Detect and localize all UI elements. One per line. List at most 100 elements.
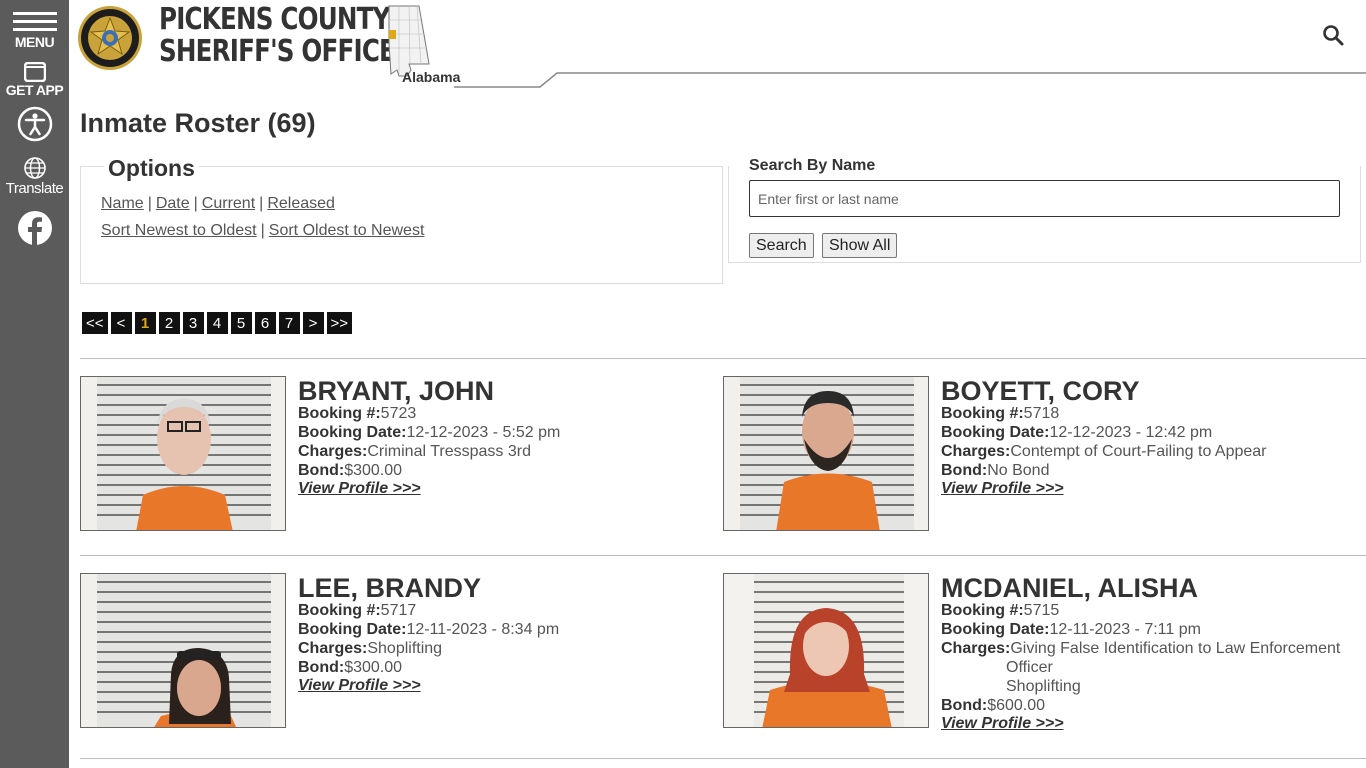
booking-date-label: Booking Date: (941, 621, 1050, 638)
page-4-button[interactable]: 4 (206, 312, 228, 334)
charges-label: Charges: (298, 640, 368, 657)
booking-date-value: 12-12-2023 - 5:52 pm (406, 424, 561, 441)
charge-value: Officer (1006, 659, 1053, 676)
row-divider (80, 555, 1366, 556)
booking-date-label: Booking Date: (298, 424, 407, 441)
booking-date: Booking Date:12-12-2023 - 12:42 pm (941, 423, 1212, 442)
booking-value: 5718 (1023, 405, 1060, 422)
view-profile-link[interactable]: View Profile >>> (298, 677, 421, 695)
bond-value: No Bond (987, 462, 1050, 479)
page-6-button[interactable]: 6 (254, 312, 276, 334)
booking-date: Booking Date:12-12-2023 - 5:52 pm (298, 423, 560, 442)
booking-date-label: Booking Date: (941, 424, 1050, 441)
page-title: Inmate Roster (69) (80, 108, 316, 138)
page-5-button[interactable]: 5 (230, 312, 252, 334)
inmate-name: LEE, BRANDY (298, 573, 482, 603)
next-page-button[interactable]: > (302, 312, 324, 334)
separator: | (260, 222, 265, 239)
page-2-button[interactable]: 2 (158, 312, 180, 334)
booking-value: 5723 (380, 405, 417, 422)
bond-label: Bond: (298, 462, 345, 479)
booking-date-value: 12-11-2023 - 8:34 pm (406, 621, 560, 638)
filter-current-link[interactable]: Current (202, 195, 255, 212)
options-legend: Options (104, 155, 199, 182)
booking-label: Booking #: (941, 405, 1024, 422)
facebook-icon (17, 211, 52, 246)
mugshot-photo[interactable] (723, 573, 929, 728)
inmate-card: BRYANT, JOHN Booking #:5723 Booking Date… (80, 376, 720, 546)
booking-value: 5717 (380, 602, 417, 619)
booking-number: Booking #:5717 (298, 601, 416, 620)
filter-links: Name | Date | Current | Released (101, 195, 335, 213)
filter-date-link[interactable]: Date (156, 195, 190, 212)
charge-value: Shoplifting (1006, 678, 1081, 695)
view-profile-link[interactable]: View Profile >>> (298, 480, 421, 498)
show-all-button[interactable]: Show All (822, 233, 898, 258)
booking-number: Booking #:5718 (941, 404, 1059, 423)
charge-value: Giving False Identification to Law Enfor… (1010, 640, 1341, 657)
prev-page-button[interactable]: < (110, 312, 132, 334)
page-3-button[interactable]: 3 (182, 312, 204, 334)
charges-label: Charges: (941, 443, 1011, 460)
search-button[interactable]: Search (749, 233, 814, 258)
mugshot-photo[interactable] (723, 376, 929, 531)
booking-date: Booking Date:12-11-2023 - 7:11 pm (941, 620, 1201, 639)
last-page-button[interactable]: >> (326, 312, 353, 334)
brand-title-line2: SHERIFF'S OFFICE (159, 34, 396, 69)
sort-oldest-link[interactable]: Sort Oldest to Newest (269, 222, 425, 239)
mugshot-photo[interactable] (80, 573, 286, 728)
booking-number: Booking #:5723 (298, 404, 416, 423)
accessibility-button[interactable] (0, 106, 69, 142)
bond-label: Bond: (941, 697, 988, 714)
charges: Charges:Contempt of Court-Failing to App… (941, 442, 1267, 461)
hamburger-icon (12, 12, 57, 31)
inmate-card: MCDANIEL, ALISHA Booking #:5715 Booking … (723, 573, 1363, 743)
booking-date-label: Booking Date: (298, 621, 407, 638)
bond: Bond:$300.00 (298, 461, 402, 480)
filter-released-link[interactable]: Released (267, 195, 335, 212)
bond-value: $300.00 (344, 462, 403, 479)
mugshot-photo[interactable] (80, 376, 286, 531)
booking-date-value: 12-11-2023 - 7:11 pm (1049, 621, 1201, 638)
charges: Charges:Criminal Tresspass 3rd (298, 442, 531, 461)
booking-label: Booking #: (298, 602, 381, 619)
first-page-button[interactable]: << (82, 312, 108, 334)
menu-button[interactable]: MENU (0, 8, 69, 50)
sort-newest-link[interactable]: Sort Newest to Oldest (101, 222, 257, 239)
charges-label: Charges: (941, 640, 1011, 657)
booking-label: Booking #: (298, 405, 381, 422)
row-divider (80, 758, 1366, 759)
brand-title-line1: PICKENS COUNTY (159, 2, 390, 37)
filter-name-link[interactable]: Name (101, 195, 144, 212)
separator: | (259, 195, 264, 212)
page-7-button[interactable]: 7 (278, 312, 300, 334)
booking-date-value: 12-12-2023 - 12:42 pm (1049, 424, 1213, 441)
facebook-link[interactable] (0, 210, 69, 246)
charge-value: Shoplifting (367, 640, 443, 657)
charge-value: Contempt of Court-Failing to Appear (1010, 443, 1267, 460)
bond: Bond:$300.00 (298, 658, 402, 677)
name-search-input[interactable] (749, 180, 1340, 217)
search-icon[interactable] (1321, 23, 1345, 47)
get-app-button[interactable]: GET APP (0, 62, 69, 98)
booking-date: Booking Date:12-11-2023 - 8:34 pm (298, 620, 559, 639)
page-1-button[interactable]: 1 (134, 312, 156, 334)
sheriff-badge-logo[interactable] (75, 5, 145, 71)
booking-value: 5715 (1023, 602, 1060, 619)
view-profile-link[interactable]: View Profile >>> (941, 715, 1064, 733)
charges: Charges:Giving False Identification to L… (941, 639, 1340, 658)
inmate-card: BOYETT, CORY Booking #:5718 Booking Date… (723, 376, 1363, 546)
separator: | (147, 195, 152, 212)
state-label: Alabama (402, 69, 461, 85)
translate-button[interactable]: Translate (0, 156, 69, 197)
view-profile-link[interactable]: View Profile >>> (941, 480, 1064, 498)
bond: Bond:$600.00 (941, 696, 1045, 715)
pagination: << < 1 2 3 4 5 6 7 > >> (82, 312, 353, 334)
charges-label: Charges: (298, 443, 368, 460)
bond-value: $600.00 (987, 697, 1046, 714)
inmate-name: BRYANT, JOHN (298, 376, 495, 406)
inmate-card: LEE, BRANDY Booking #:5717 Booking Date:… (80, 573, 720, 743)
bond-label: Bond: (298, 659, 345, 676)
booking-label: Booking #: (941, 602, 1024, 619)
sort-links: Sort Newest to Oldest | Sort Oldest to New… (101, 222, 424, 240)
